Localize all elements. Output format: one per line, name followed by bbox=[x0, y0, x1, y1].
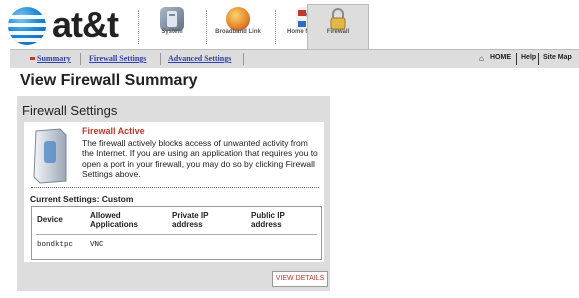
panel-title: Firewall Settings bbox=[22, 103, 118, 118]
broadband-globe-icon bbox=[226, 7, 250, 31]
page-title: View Firewall Summary bbox=[20, 72, 198, 89]
firewall-status-heading: Firewall Active bbox=[82, 126, 145, 136]
column-header-private-ip: Private IP address bbox=[172, 211, 209, 229]
column-header-allowed-applications: Allowed Applications bbox=[90, 211, 139, 229]
nav-tab-system[interactable]: System bbox=[142, 5, 202, 49]
top-banner: at&t System Broadband Link Home Network … bbox=[0, 0, 579, 50]
applications-table: Device Allowed Applications Private IP a… bbox=[31, 206, 322, 260]
help-link[interactable]: Help bbox=[521, 54, 536, 61]
home-link[interactable]: HOME bbox=[490, 54, 511, 61]
nav-tab-label: Firewall bbox=[326, 29, 350, 35]
firewall-lock-icon bbox=[326, 7, 350, 31]
firewall-summary-box: Firewall Active The firewall actively bl… bbox=[24, 122, 324, 262]
system-icon bbox=[160, 7, 184, 31]
site-map-link[interactable]: Site Map bbox=[543, 54, 572, 61]
current-page-marker-icon bbox=[30, 57, 35, 60]
subnav-summary-link[interactable]: Summary bbox=[37, 54, 71, 63]
header-divider bbox=[36, 234, 317, 235]
view-details-button[interactable]: VIEW DETAILS bbox=[272, 271, 328, 287]
home-icon: ⌂ bbox=[479, 54, 484, 63]
firewall-device-icon bbox=[30, 127, 70, 185]
column-header-public-ip: Public IP address bbox=[251, 211, 285, 229]
column-header-device: Device bbox=[37, 215, 63, 224]
current-settings-label: Current Settings: Custom bbox=[30, 194, 134, 204]
globe-logo-icon bbox=[8, 7, 46, 45]
table-cell-application: VNC bbox=[90, 241, 104, 249]
table-cell-device: bondktpc bbox=[37, 241, 74, 249]
firewall-description: The firewall actively blocks access of u… bbox=[82, 138, 318, 180]
divider bbox=[31, 187, 319, 188]
subnav-firewall-settings-link[interactable]: Firewall Settings bbox=[89, 54, 146, 63]
sub-navigation: Summary Firewall Settings Advanced Setti… bbox=[10, 49, 579, 68]
subnav-advanced-settings-link[interactable]: Advanced Settings bbox=[168, 54, 231, 63]
nav-tab-firewall[interactable]: Firewall bbox=[307, 4, 369, 50]
nav-tab-label: Broadband Link bbox=[215, 29, 261, 35]
att-logo[interactable]: at&t bbox=[8, 4, 140, 45]
nav-tab-label: System bbox=[161, 29, 183, 35]
nav-tab-broadband-link[interactable]: Broadband Link bbox=[208, 5, 268, 49]
brand-name: at&t bbox=[52, 4, 119, 45]
firewall-settings-panel: Firewall Settings Firewall Active The fi… bbox=[17, 96, 330, 291]
